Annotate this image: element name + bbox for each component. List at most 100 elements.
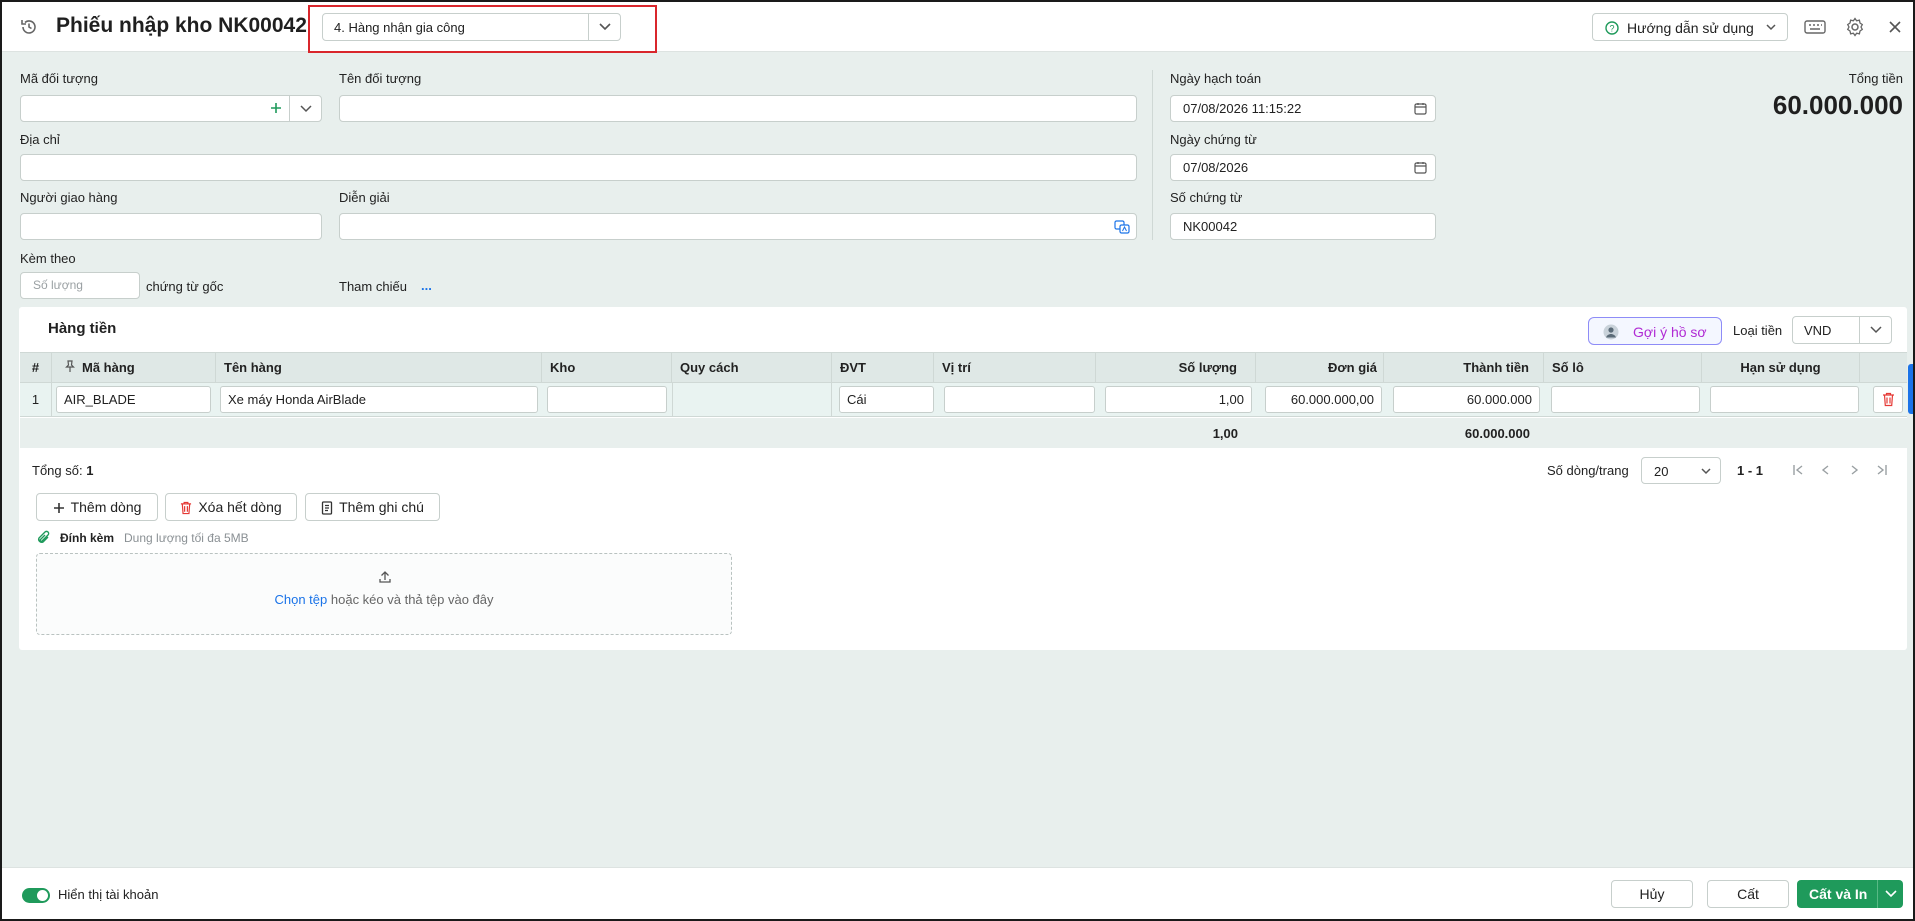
keyboard-icon[interactable] xyxy=(1802,14,1828,40)
page-title: Phiếu nhập kho NK00042 xyxy=(56,14,307,37)
col-actions xyxy=(1860,353,1907,382)
tong-so-label: Tổng số: xyxy=(32,463,83,478)
cell-ten-hang[interactable]: Xe máy Honda AirBlade xyxy=(220,386,538,413)
cancel-button[interactable]: Hủy xyxy=(1611,880,1693,908)
tham-chieu-label: Tham chiếu xyxy=(339,279,407,294)
col-han-su-dung[interactable]: Hạn sử dụng xyxy=(1702,353,1860,382)
col-so-luong[interactable]: Số lượng xyxy=(1096,353,1256,382)
cell-dvt[interactable]: Cái xyxy=(839,386,934,413)
calendar-icon[interactable] xyxy=(1414,102,1427,115)
next-page-icon[interactable] xyxy=(1841,457,1867,483)
chevron-down-icon[interactable] xyxy=(289,96,321,121)
side-tab[interactable] xyxy=(1908,364,1913,414)
so-chung-tu-field[interactable]: NK00042 xyxy=(1170,213,1436,240)
rows-per-page-value: 20 xyxy=(1654,464,1669,479)
loai-tien-label: Loại tiền xyxy=(1733,323,1783,338)
so-luong-chung-tu-field[interactable]: Số lượng xyxy=(20,272,140,299)
calendar-icon[interactable] xyxy=(1414,161,1427,174)
cell-kho[interactable] xyxy=(547,386,667,413)
dien-giai-field[interactable] xyxy=(339,213,1137,240)
tong-so-value: 1 xyxy=(86,463,94,478)
col-dvt[interactable]: ĐVT xyxy=(832,353,934,382)
cell-vi-tri[interactable] xyxy=(944,386,1095,413)
col-ten-hang[interactable]: Tên hàng xyxy=(216,353,542,382)
dia-chi-field[interactable] xyxy=(20,154,1137,181)
them-dong-label: Thêm dòng xyxy=(70,499,142,515)
chevron-down-icon[interactable] xyxy=(588,14,620,40)
col-quy-cach[interactable]: Quy cách xyxy=(672,353,832,382)
history-icon[interactable] xyxy=(16,14,42,40)
trash-icon xyxy=(1882,392,1895,407)
chevron-down-icon[interactable] xyxy=(1877,880,1903,908)
delete-row-button[interactable] xyxy=(1873,386,1903,413)
help-dropdown[interactable]: ? Hướng dẫn sử dụng xyxy=(1592,13,1788,41)
ngay-hach-toan-field[interactable]: 07/08/2026 11:15:22 xyxy=(1170,95,1436,122)
rows-per-page-select[interactable]: 20 xyxy=(1641,457,1721,484)
save-button[interactable]: Cất xyxy=(1707,880,1789,908)
kem-theo-label: Kèm theo xyxy=(20,251,76,266)
col-thanh-tien[interactable]: Thành tiền xyxy=(1384,353,1544,382)
show-account-toggle[interactable] xyxy=(22,888,50,903)
cell-thanh-tien[interactable]: 60.000.000 xyxy=(1393,386,1540,413)
upload-dropzone[interactable]: Chọn tệp hoặc kéo và thả tệp vào đây xyxy=(36,553,732,635)
chevron-down-icon[interactable] xyxy=(1859,317,1891,343)
ten-doi-tuong-field[interactable] xyxy=(339,95,1137,122)
trash-icon xyxy=(180,501,192,515)
col-don-gia[interactable]: Đơn giá xyxy=(1256,353,1384,382)
attach-limit: Dung lượng tối đa 5MB xyxy=(124,531,249,545)
dia-chi-label: Địa chỉ xyxy=(20,132,60,147)
show-account-label: Hiển thị tài khoản xyxy=(58,887,159,902)
tong-tien-value: 60.000.000 xyxy=(1772,90,1903,120)
xoa-het-dong-button[interactable]: Xóa hết dòng xyxy=(165,493,297,521)
ngay-chung-tu-field[interactable]: 07/08/2026 xyxy=(1170,154,1436,181)
them-dong-button[interactable]: Thêm dòng xyxy=(36,493,158,521)
divider xyxy=(1152,70,1153,240)
col-kho[interactable]: Kho xyxy=(542,353,672,382)
loai-tien-select[interactable]: VND xyxy=(1792,316,1892,344)
last-page-icon[interactable] xyxy=(1869,457,1895,483)
col-so-lo[interactable]: Số lô xyxy=(1544,353,1702,382)
ma-doi-tuong-field[interactable] xyxy=(20,95,322,122)
translate-icon[interactable] xyxy=(1114,219,1130,235)
total-so-luong: 1,00 xyxy=(1212,426,1238,441)
close-icon[interactable] xyxy=(1882,14,1908,40)
nguoi-giao-hang-label: Người giao hàng xyxy=(20,190,118,205)
svg-text:?: ? xyxy=(1609,24,1614,34)
paperclip-icon xyxy=(37,530,51,546)
choose-file-link[interactable]: Chọn tệp xyxy=(274,592,327,607)
cell-han-su-dung[interactable] xyxy=(1710,386,1859,413)
save-print-button[interactable]: Cất và In xyxy=(1797,880,1903,908)
nguoi-giao-hang-field[interactable] xyxy=(20,213,322,240)
chevron-down-icon xyxy=(1765,22,1777,32)
prev-page-icon[interactable] xyxy=(1813,457,1839,483)
attach-label: Đính kèm xyxy=(60,531,115,545)
first-page-icon[interactable] xyxy=(1785,457,1811,483)
cell-ma-hang[interactable]: AIR_BLADE xyxy=(56,386,211,413)
total-thanh-tien: 60.000.000 xyxy=(1464,426,1530,441)
chevron-down-icon xyxy=(1700,466,1712,476)
save-print-label: Cất và In xyxy=(1809,886,1868,902)
them-ghi-chu-button[interactable]: Thêm ghi chú xyxy=(305,493,440,521)
tham-chieu-link[interactable]: ... xyxy=(421,278,432,293)
plus-icon xyxy=(53,502,65,514)
page-range: 1 - 1 xyxy=(1737,463,1764,478)
ngay-hach-toan-label: Ngày hạch toán xyxy=(1170,71,1262,86)
goi-y-ho-so-button[interactable]: Gợi ý hồ sơ xyxy=(1588,317,1722,345)
ma-doi-tuong-label: Mã đối tượng xyxy=(20,71,98,86)
cell-so-lo[interactable] xyxy=(1551,386,1700,413)
upload-icon xyxy=(378,570,392,584)
table-row[interactable]: 1 AIR_BLADE Xe máy Honda AirBlade Cái 1,… xyxy=(20,383,1907,417)
voucher-type-select[interactable]: 4. Hàng nhận gia công xyxy=(322,13,621,41)
tab-hang-tien[interactable]: Hàng tiền xyxy=(48,320,116,337)
cell-so-luong[interactable]: 1,00 xyxy=(1105,386,1252,413)
tong-tien-label: Tổng tiền xyxy=(1848,71,1903,86)
col-vi-tri[interactable]: Vị trí xyxy=(934,353,1096,382)
so-chung-tu-label: Số chứng từ xyxy=(1170,190,1243,205)
avatar xyxy=(1603,324,1619,340)
cell-don-gia[interactable]: 60.000.000,00 xyxy=(1265,386,1382,413)
gear-icon[interactable] xyxy=(1842,14,1868,40)
plus-icon[interactable] xyxy=(269,101,283,115)
col-ma-hang[interactable]: Mã hàng xyxy=(52,353,216,382)
loai-tien-value: VND xyxy=(1804,323,1832,338)
pin-icon[interactable] xyxy=(64,353,76,382)
